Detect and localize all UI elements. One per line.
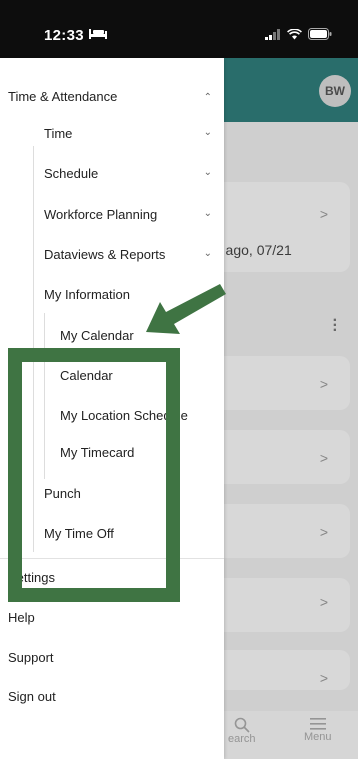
chevron-down-icon: ⌄ — [203, 167, 212, 178]
status-bar: 12:33 — [0, 0, 358, 58]
menu-dataviews-reports[interactable]: Dataviews & Reports ⌄ — [44, 247, 224, 262]
chevron-down-icon: ⌄ — [203, 248, 212, 259]
annotation-highlight-box — [8, 348, 180, 602]
menu-my-information[interactable]: My Information — [44, 287, 130, 302]
menu-time-attendance[interactable]: Time & Attendance ⌃ — [8, 89, 224, 104]
menu-item-label: Support — [8, 650, 54, 665]
menu-item-label: Time & Attendance — [8, 89, 118, 104]
chevron-down-icon: ⌄ — [203, 127, 212, 138]
menu-help[interactable]: Help — [8, 610, 35, 625]
menu-item-label: Time — [44, 126, 73, 141]
menu-item-label: Dataviews & Reports — [44, 247, 166, 262]
menu-time[interactable]: Time ⌄ — [44, 126, 224, 141]
menu-item-label: Schedule — [44, 166, 99, 181]
menu-item-label: Help — [8, 610, 35, 625]
menu-item-label: My Calendar — [60, 328, 134, 343]
menu-item-label: Sign out — [8, 689, 56, 704]
signal-icon — [265, 28, 280, 40]
menu-my-calendar[interactable]: My Calendar — [60, 328, 134, 343]
menu-item-label: Workforce Planning — [44, 207, 158, 222]
menu-support[interactable]: Support — [8, 650, 54, 665]
menu-workforce-planning[interactable]: Workforce Planning ⌄ — [44, 207, 224, 222]
battery-icon — [308, 28, 332, 40]
status-indicators — [265, 28, 332, 40]
menu-schedule[interactable]: Schedule ⌄ — [44, 166, 224, 181]
wifi-icon — [287, 28, 302, 39]
chevron-up-icon: ⌃ — [203, 92, 212, 103]
status-time: 12:33 — [44, 27, 84, 44]
menu-sign-out[interactable]: Sign out — [8, 689, 56, 704]
clipped-item-fragment — [30, 58, 150, 64]
annotation-arrow-icon — [146, 284, 226, 334]
chevron-down-icon: ⌄ — [203, 208, 212, 219]
menu-item-label: My Information — [44, 287, 130, 302]
bed-icon — [89, 29, 107, 39]
